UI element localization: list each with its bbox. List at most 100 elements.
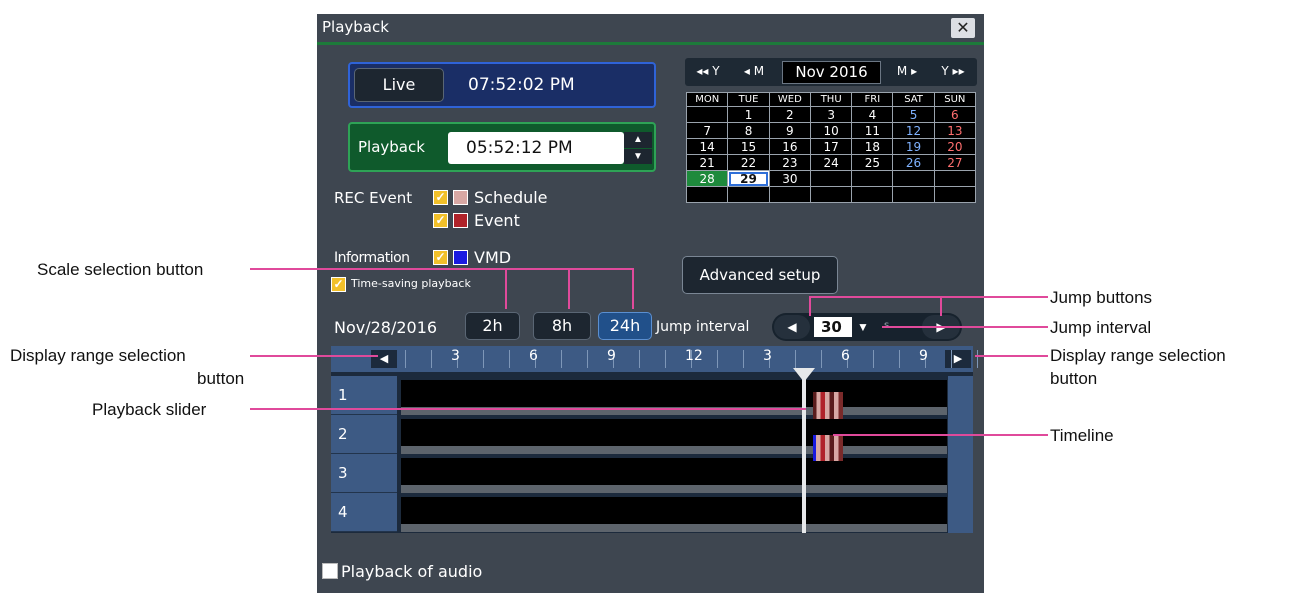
calendar-day[interactable]: 27: [933, 154, 977, 171]
calendar-empty-cell: [851, 170, 894, 187]
schedule-checkbox[interactable]: ✓: [433, 190, 448, 205]
calendar-week-row: 7 8 9 10 11 12 13: [685, 122, 977, 139]
range-right-button[interactable]: ▶: [945, 350, 971, 368]
timeline-tick: [899, 350, 900, 368]
jump-back-button[interactable]: ◀: [774, 315, 810, 339]
calendar-day[interactable]: 29: [727, 170, 770, 187]
camera-number: 1: [338, 386, 348, 404]
playback-slider-line[interactable]: [802, 378, 806, 533]
next-month-button[interactable]: M ▸: [885, 61, 929, 82]
calendar-day[interactable]: 21: [685, 154, 729, 171]
camera-timeline-track[interactable]: [401, 419, 947, 446]
calendar-empty-cell: [768, 186, 812, 203]
calendar-day[interactable]: 17: [810, 138, 853, 155]
calendar-day[interactable]: 20: [933, 138, 977, 155]
range-left-icon: ◀: [379, 353, 389, 365]
calendar-day[interactable]: 26: [892, 154, 935, 171]
camera-number-cell: 3: [331, 454, 397, 493]
calendar-day[interactable]: 28: [685, 170, 729, 187]
title-bar: Playback ✕: [317, 14, 984, 45]
chevron-down-icon: ▼: [857, 320, 869, 334]
jump-interval-field[interactable]: 30: [814, 317, 852, 337]
advanced-setup-label: Advanced setup: [699, 266, 821, 284]
audio-checkbox[interactable]: [322, 563, 338, 579]
playback-time-field[interactable]: 05:52:12 PM: [448, 132, 624, 164]
next-year-button[interactable]: Y ▸▸: [933, 61, 973, 82]
weekday-tue: TUE: [727, 92, 770, 107]
calendar-day[interactable]: 15: [727, 138, 770, 155]
callout-line: [940, 296, 942, 316]
hour-label: 3: [763, 348, 772, 364]
jump-interval-dropdown[interactable]: ▼: [854, 317, 872, 337]
calendar-day[interactable]: 22: [727, 154, 770, 171]
weekday-thu: THU: [810, 92, 853, 107]
calendar-day[interactable]: 10: [810, 122, 853, 139]
calendar-day[interactable]: 8: [727, 122, 770, 139]
camera-timeline-track[interactable]: [401, 380, 947, 407]
calendar-day[interactable]: 3: [810, 106, 853, 123]
calendar-empty-cell: [892, 186, 935, 203]
calendar-day[interactable]: 24: [810, 154, 853, 171]
triangle-down-icon: ▼: [633, 151, 643, 162]
event-color-swatch: [453, 213, 468, 228]
scale-8h-label: 8h: [551, 316, 573, 335]
calendar-empty-cell: [892, 170, 935, 187]
rec-event-label: REC Event: [334, 189, 413, 207]
live-panel: Live 07:52:02 PM: [348, 62, 656, 108]
calendar-day[interactable]: 4: [851, 106, 894, 123]
calendar-day[interactable]: 18: [851, 138, 894, 155]
event-checkbox[interactable]: ✓: [433, 213, 448, 228]
timeline-right-margin: [948, 376, 973, 533]
calendar-day[interactable]: 5: [892, 106, 935, 123]
calendar-day[interactable]: 2: [768, 106, 812, 123]
calendar-day[interactable]: 12: [892, 122, 935, 139]
prev-month-button[interactable]: ◂ M: [731, 61, 777, 82]
calendar-day[interactable]: 6: [933, 106, 977, 123]
time-saving-checkbox[interactable]: ✓: [331, 277, 346, 292]
triangle-up-icon: ▲: [633, 134, 643, 145]
scale-8h-button[interactable]: 8h: [533, 312, 591, 340]
calendar-day[interactable]: 19: [892, 138, 935, 155]
calendar-day[interactable]: 11: [851, 122, 894, 139]
calendar-day[interactable]: 7: [685, 122, 729, 139]
range-right-icon: ▶: [953, 353, 963, 365]
callout-line: [568, 268, 570, 309]
time-up-button[interactable]: ▲: [624, 132, 652, 148]
range-left-button[interactable]: ◀: [371, 350, 397, 368]
jump-back-icon: ◀: [787, 320, 797, 334]
calendar-day[interactable]: 1: [727, 106, 770, 123]
advanced-setup-button[interactable]: Advanced setup: [682, 256, 838, 294]
scale-24h-button[interactable]: 24h: [598, 312, 652, 340]
prev-year-button[interactable]: ◂◂ Y: [689, 61, 727, 82]
calendar-day[interactable]: 30: [768, 170, 812, 187]
calendar-day[interactable]: 9: [768, 122, 812, 139]
right-arrow-icon: ▸: [907, 64, 918, 78]
callout-display-range-right-2: button: [1050, 369, 1098, 388]
camera-timeline-track[interactable]: [401, 497, 947, 524]
camera-number: 3: [338, 464, 348, 482]
calendar-day[interactable]: 13: [933, 122, 977, 139]
camera-number: 2: [338, 425, 348, 443]
callout-line: [632, 268, 634, 309]
double-left-arrow-icon: ◂◂: [696, 64, 713, 78]
callout-line: [250, 408, 806, 410]
calendar-day[interactable]: 23: [768, 154, 812, 171]
left-arrow-icon: ◂: [743, 64, 754, 78]
callout-jump-buttons: Jump buttons: [1050, 288, 1153, 307]
vmd-checkbox[interactable]: ✓: [433, 250, 448, 265]
playback-button[interactable]: Playback: [358, 138, 425, 156]
calendar-day[interactable]: 14: [685, 138, 729, 155]
vmd-label: VMD: [474, 248, 512, 267]
calendar-day[interactable]: 25: [851, 154, 894, 171]
callout-display-range-left-1: Display range selection: [10, 346, 186, 365]
calendar-week-row: [685, 186, 977, 203]
playback-slider-handle[interactable]: [793, 368, 815, 382]
calendar-day[interactable]: 16: [768, 138, 812, 155]
camera-timeline-track[interactable]: [401, 458, 947, 485]
close-button[interactable]: ✕: [951, 18, 975, 38]
live-button[interactable]: Live: [354, 68, 444, 102]
weekday-wed: WED: [768, 92, 812, 107]
calendar-week-row: 123456: [685, 106, 977, 123]
scale-2h-button[interactable]: 2h: [465, 312, 520, 340]
time-down-button[interactable]: ▼: [624, 149, 652, 164]
